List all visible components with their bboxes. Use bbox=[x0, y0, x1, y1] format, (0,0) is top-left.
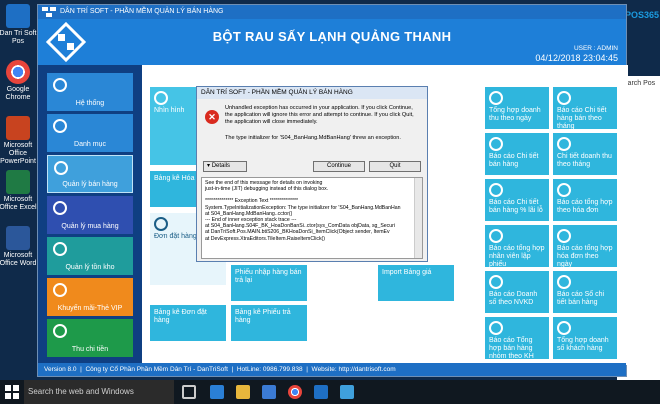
report-icon bbox=[557, 321, 571, 335]
pos365-logo: POS365 bbox=[625, 10, 660, 20]
tile-so-chi-tiet-ban-hang[interactable]: Báo cáo Sổ chi tiết bán hàng bbox=[553, 271, 617, 313]
tile-chi-tiet-lai-lo[interactable]: Báo cáo Chi tiết bán hàng % lãi lỗ bbox=[485, 179, 549, 221]
dantri-taskbar-icon[interactable] bbox=[314, 385, 328, 399]
tile-chi-tiet-hang-ban-thang[interactable]: Báo cáo Chi tiết hàng bán theo tháng bbox=[553, 87, 617, 130]
tile-chi-tiet-ban-hang[interactable]: Báo cáo Chi tiết bán hàng bbox=[485, 133, 549, 175]
tile-doanh-thu-theo-thang[interactable]: Chi tiết doanh thu theo tháng bbox=[553, 133, 617, 175]
continue-button[interactable]: Continue bbox=[313, 161, 365, 172]
cart-icon bbox=[154, 91, 168, 105]
dialog-title: DÂN TRÍ SOFT - PHẦN MỀM QUẢN LÝ BÁN HÀNG bbox=[197, 87, 427, 99]
desktop-icon-dantri[interactable]: Dan Tri Soft Pos bbox=[0, 4, 38, 46]
tile-tong-hop-hoa-don[interactable]: Báo cáo tổng hợp theo hóa đơn bbox=[553, 179, 617, 221]
store-icon[interactable] bbox=[262, 385, 276, 399]
report-icon bbox=[557, 275, 571, 289]
quit-button[interactable]: Quit bbox=[369, 161, 421, 172]
tile-import-bang-gia[interactable]: Import Bảng giá bbox=[378, 265, 454, 301]
details-line: at DanTriSoft.Pos.MAIN.btiS206_BKHoaDonS… bbox=[205, 229, 390, 236]
desktop-icon-excel[interactable]: Microsoft Office Excel bbox=[0, 170, 38, 212]
report-icon bbox=[489, 137, 503, 151]
brand-logo-icon bbox=[46, 22, 86, 62]
money-icon bbox=[53, 324, 67, 338]
tile-phieu-nhap-tra-lai[interactable]: Phiếu nhập hàng bán trả lại bbox=[231, 265, 307, 301]
sidebar: Hệ thống Danh mục Quản lý bán hàng Quản … bbox=[38, 65, 142, 365]
sidebar-item-quan-ly-ban-hang[interactable]: Quản lý bán hàng bbox=[47, 155, 133, 193]
details-line: System.TypeInitializationException: The … bbox=[205, 204, 401, 211]
windows-start-icon[interactable] bbox=[5, 385, 19, 399]
taskbar-search[interactable]: Search the web and Windows bbox=[24, 380, 174, 404]
app-header: BỘT RAU SẤY LẠNH QUẢNG THANH USER : ADMI… bbox=[38, 19, 626, 65]
gift-icon bbox=[53, 283, 67, 297]
sidebar-item-he-thong[interactable]: Hệ thống bbox=[47, 73, 133, 111]
store-title: BỘT RAU SẤY LẠNH QUẢNG THANH bbox=[212, 29, 452, 44]
app-titlebar: DÂN TRÍ SOFT - PHẦN MỀM QUẢN LÝ BÁN HÀNG bbox=[38, 5, 626, 19]
tile-tong-hop-doanh-thu-ngay[interactable]: Tổng hợp doanh thu theo ngày bbox=[485, 87, 549, 129]
app-logo-icon bbox=[42, 7, 56, 17]
sidebar-item-danh-muc[interactable]: Danh mục bbox=[47, 114, 133, 152]
status-bar: Version 8.0 | Công ty Cổ Phần Phần Mềm D… bbox=[38, 363, 626, 376]
error-dialog: DÂN TRÍ SOFT - PHẦN MỀM QUẢN LÝ BÁN HÀNG… bbox=[196, 86, 428, 262]
dantri-icon bbox=[6, 4, 30, 28]
tile-tong-hop-nhom-kh[interactable]: Báo cáo Tổng hợp bán hàng nhóm theo KH bbox=[485, 317, 549, 360]
report-icon bbox=[557, 183, 571, 197]
sidebar-item-quan-ly-mua-hang[interactable]: Quản lý mua hàng bbox=[47, 196, 133, 234]
tile-doanh-so-nvkd[interactable]: Báo cáo Doanh số theo NVKD bbox=[485, 271, 549, 313]
report-icon bbox=[557, 229, 571, 243]
chrome-icon bbox=[6, 60, 30, 84]
edge-icon[interactable] bbox=[210, 385, 224, 399]
tile-doanh-so-khach-hang[interactable]: Tổng hợp doanh số khách hàng bbox=[553, 317, 617, 359]
tile-tong-hop-nhan-vien[interactable]: Báo cáo tổng hợp nhân viên lập phiếu bbox=[485, 225, 549, 268]
sidebar-item-khuyen-mai[interactable]: Khuyến mãi-Thẻ VIP bbox=[47, 278, 133, 316]
report-icon bbox=[489, 321, 503, 335]
tile-bang-ke-don-dat-hang[interactable]: Bảng kê Đơn đặt hàng bbox=[150, 305, 226, 341]
report-icon bbox=[557, 137, 571, 151]
desktop-icon-powerpoint[interactable]: Microsoft Office PowerPoint bbox=[0, 116, 38, 166]
word-icon bbox=[6, 226, 30, 250]
dialog-exception-message: The type initializer for 'S04_BanHang.Md… bbox=[225, 135, 401, 141]
file-explorer-icon[interactable] bbox=[236, 385, 250, 399]
powerpoint-icon bbox=[6, 116, 30, 140]
inventory-icon bbox=[53, 242, 67, 256]
report-icon bbox=[489, 183, 503, 197]
calendar-icon bbox=[154, 217, 168, 231]
current-user: USER : ADMIN bbox=[573, 45, 618, 52]
tile-tong-hop-hoa-don-ngay[interactable]: Báo cáo tổng hợp hóa đơn theo ngày bbox=[553, 225, 617, 268]
catalog-icon bbox=[53, 119, 67, 133]
gears-icon bbox=[53, 78, 67, 92]
details-textbox[interactable]: See the end of this message for details … bbox=[201, 177, 423, 259]
task-view-icon[interactable] bbox=[182, 385, 196, 399]
dialog-message: Unhandled exception has occurred in your… bbox=[225, 105, 414, 125]
app-taskbar-icon[interactable] bbox=[340, 385, 354, 399]
report-icon bbox=[489, 275, 503, 289]
desktop-icon-word[interactable]: Microsoft Office Word bbox=[0, 226, 38, 268]
sidebar-item-quan-ly-ton-kho[interactable]: Quản lý tồn kho bbox=[47, 237, 133, 275]
error-icon: ✕ bbox=[205, 110, 219, 124]
purchase-icon bbox=[53, 201, 67, 215]
report-icon bbox=[489, 229, 503, 243]
tile-bang-ke-phieu-tra-hang[interactable]: Bảng kê Phiếu trả hàng bbox=[231, 305, 307, 341]
report-icon bbox=[557, 91, 571, 105]
report-icon bbox=[489, 91, 503, 105]
details-button[interactable]: ▾ Details bbox=[203, 161, 247, 172]
desktop-icon-chrome[interactable]: Google Chrome bbox=[0, 60, 38, 102]
details-scrollbar[interactable] bbox=[414, 178, 422, 258]
details-line: at DevExpress.XtraEditors.TileItem.Raise… bbox=[205, 235, 326, 242]
sales-icon bbox=[54, 161, 68, 175]
chrome-taskbar-icon[interactable] bbox=[288, 385, 302, 399]
excel-icon bbox=[6, 170, 30, 194]
sidebar-item-thu-chi-tien[interactable]: Thu chi tiền bbox=[47, 319, 133, 357]
current-datetime: 04/12/2018 23:04:45 bbox=[535, 53, 618, 63]
